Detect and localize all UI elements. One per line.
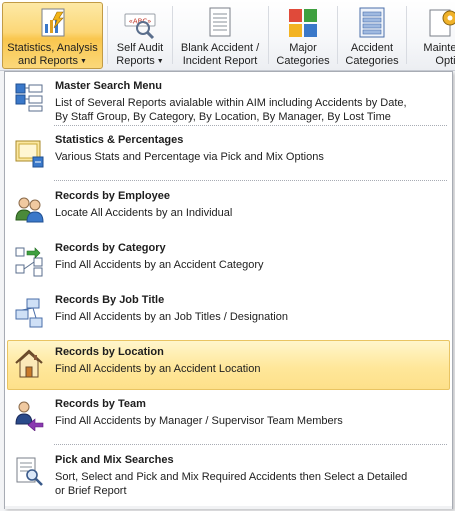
description-line2: By Staff Group, By Category, By Location… — [55, 111, 391, 123]
employees-icon — [13, 193, 45, 225]
button-label-line2: and Reports — [18, 55, 78, 67]
ribbon-separator — [268, 6, 269, 64]
menu-item-description: List of Several Reports avialable within… — [55, 96, 445, 124]
statistics-chart-icon — [13, 137, 45, 169]
menu-footer — [5, 506, 452, 509]
menu-item-title: Records By Job Title — [55, 294, 165, 306]
gear-icon — [426, 6, 455, 40]
maintenance-options-clip: Mainten Optio — [408, 2, 455, 69]
master-search-icon — [13, 81, 45, 113]
button-label-line1: Statistics, Analysis — [7, 42, 98, 54]
ribbon: Statistics, Analysis and Reports ▼ «ABC» … — [0, 0, 455, 71]
team-arrow-icon — [13, 399, 45, 432]
menu-item-records-by-employee[interactable]: Records by Employee Locate All Accidents… — [7, 184, 450, 234]
chevron-down-icon: ▼ — [156, 58, 164, 65]
button-label-line1: Self Audit — [116, 42, 164, 54]
button-label-line1: Mainten — [423, 42, 455, 54]
menu-item-title: Records by Employee — [55, 190, 170, 202]
menu-item-title: Statistics & Percentages — [55, 134, 184, 146]
button-label-line2: Reports — [116, 55, 155, 67]
self-audit-reports-button[interactable]: «ABC» Self Audit Reports ▼ — [109, 2, 171, 69]
menu-item-title: Pick and Mix Searches — [55, 454, 174, 466]
button-label-line1: Blank Accident / — [180, 42, 260, 54]
menu-item-records-by-location[interactable]: Records by Location Find All Accidents b… — [7, 340, 450, 390]
color-grid-icon — [286, 6, 320, 40]
chevron-down-icon: ▼ — [79, 58, 87, 65]
accident-categories-button[interactable]: Accident Categories — [340, 2, 404, 69]
menu-item-title: Records by Team — [55, 398, 146, 410]
button-label-line1: Major — [289, 42, 317, 54]
blank-accident-report-button[interactable]: Blank Accident / Incident Report — [174, 2, 266, 69]
menu-item-pick-and-mix-searches[interactable]: Pick and Mix Searches Sort, Select and P… — [7, 448, 450, 502]
menu-item-title: Master Search Menu — [55, 80, 162, 92]
ribbon-separator — [107, 6, 108, 64]
menu-item-master-search[interactable]: Master Search Menu List of Several Repor… — [7, 74, 450, 124]
category-tree-icon — [13, 245, 45, 277]
reports-dropdown-menu: Master Search Menu List of Several Repor… — [4, 71, 453, 509]
menu-item-description: Find All Accidents by Manager / Supervis… — [55, 415, 343, 427]
menu-item-description: Find All Accidents by an Accident Catego… — [55, 259, 264, 271]
menu-item-description: Various Stats and Percentage via Pick an… — [55, 151, 324, 163]
button-label-line2: Categories — [276, 55, 330, 67]
org-chart-icon — [13, 297, 45, 329]
ribbon-separator — [406, 6, 407, 64]
menu-item-title: Records by Location — [55, 346, 164, 358]
ribbon-separator — [172, 6, 173, 64]
menu-item-title: Records by Category — [55, 242, 166, 254]
spell-check-abc-icon: «ABC» — [123, 6, 157, 40]
statistics-report-icon — [36, 6, 70, 40]
blank-document-icon — [203, 6, 237, 40]
menu-item-statistics-percentages[interactable]: Statistics & Percentages Various Stats a… — [7, 128, 450, 178]
menu-divider — [54, 125, 447, 126]
description-line1: Sort, Select and Pick and Mix Required A… — [55, 471, 408, 483]
button-label-line2: Optio — [435, 55, 455, 67]
menu-item-records-by-team[interactable]: Records by Team Find All Accidents by Ma… — [7, 392, 450, 442]
ribbon-separator — [337, 6, 338, 64]
search-document-icon — [13, 455, 45, 487]
statistics-analysis-reports-button[interactable]: Statistics, Analysis and Reports ▼ — [2, 2, 103, 69]
major-categories-button[interactable]: Major Categories — [271, 2, 335, 69]
menu-divider — [54, 444, 447, 445]
menu-item-description: Find All Accidents by an Job Titles / De… — [55, 311, 288, 323]
menu-item-description: Find All Accidents by an Accident Locati… — [55, 363, 261, 375]
menu-item-records-by-job-title[interactable]: Records By Job Title Find All Accidents … — [7, 288, 450, 338]
description-line1: List of Several Reports avialable within… — [55, 97, 407, 109]
menu-item-description: Locate All Accidents by an Individual — [55, 207, 233, 219]
maintenance-options-button[interactable]: Mainten Optio — [411, 2, 455, 69]
button-label-line1: Accident — [350, 42, 394, 54]
description-line2: or Brief Report — [55, 485, 127, 497]
button-label-line2: Categories — [345, 55, 399, 67]
menu-divider — [54, 180, 447, 181]
menu-item-records-by-category[interactable]: Records by Category Find All Accidents b… — [7, 236, 450, 286]
button-label-line2: Incident Report — [182, 55, 258, 67]
list-document-icon — [355, 6, 389, 40]
menu-item-description: Sort, Select and Pick and Mix Required A… — [55, 470, 445, 498]
house-icon — [13, 348, 45, 380]
